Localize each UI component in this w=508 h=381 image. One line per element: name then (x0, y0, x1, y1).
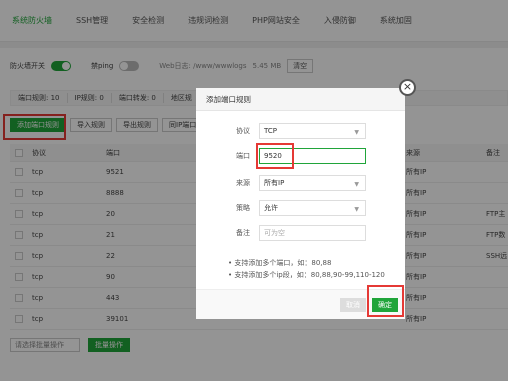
protocol-value: TCP (264, 127, 277, 135)
dialog-title: 添加端口规则 (196, 88, 405, 111)
source-value: 所有IP (264, 179, 285, 187)
port-row: 端口 9520 (196, 148, 405, 164)
strategy-row: 策略 允许 ▼ (196, 200, 405, 216)
strategy-select[interactable]: 允许 ▼ (259, 200, 366, 216)
chevron-down-icon: ▼ (354, 206, 359, 213)
highlight-confirm-button (367, 285, 404, 317)
remark-row: 备注 可为空 (196, 225, 405, 241)
source-select[interactable]: 所有IP ▼ (259, 175, 366, 191)
hint-ports: • 支持添加多个端口，如：80,88 (228, 259, 332, 267)
source-label: 来源 (236, 179, 250, 187)
hint-ip: • 支持添加多个ip段，如：80,88,90-99,110-120 (228, 271, 385, 279)
close-icon[interactable]: × (399, 79, 416, 96)
protocol-label: 协议 (236, 127, 250, 135)
chevron-down-icon: ▼ (354, 129, 359, 136)
chevron-down-icon: ▼ (354, 181, 359, 188)
protocol-select[interactable]: TCP ▼ (259, 123, 366, 139)
port-label: 端口 (236, 152, 250, 160)
protocol-row: 协议 TCP ▼ (196, 123, 405, 139)
strategy-label: 策略 (236, 204, 250, 212)
remark-placeholder: 可为空 (264, 229, 285, 237)
strategy-value: 允许 (264, 204, 278, 212)
source-row: 来源 所有IP ▼ (196, 175, 405, 191)
hint-ports-text: 支持添加多个端口，如：80,88 (234, 259, 332, 267)
remark-label: 备注 (236, 229, 250, 237)
cancel-button[interactable]: 取消 (340, 298, 366, 312)
hint-ip-text: 支持添加多个ip段，如：80,88,90-99,110-120 (234, 271, 385, 279)
remark-input[interactable]: 可为空 (259, 225, 366, 241)
highlight-port-input (256, 143, 294, 169)
